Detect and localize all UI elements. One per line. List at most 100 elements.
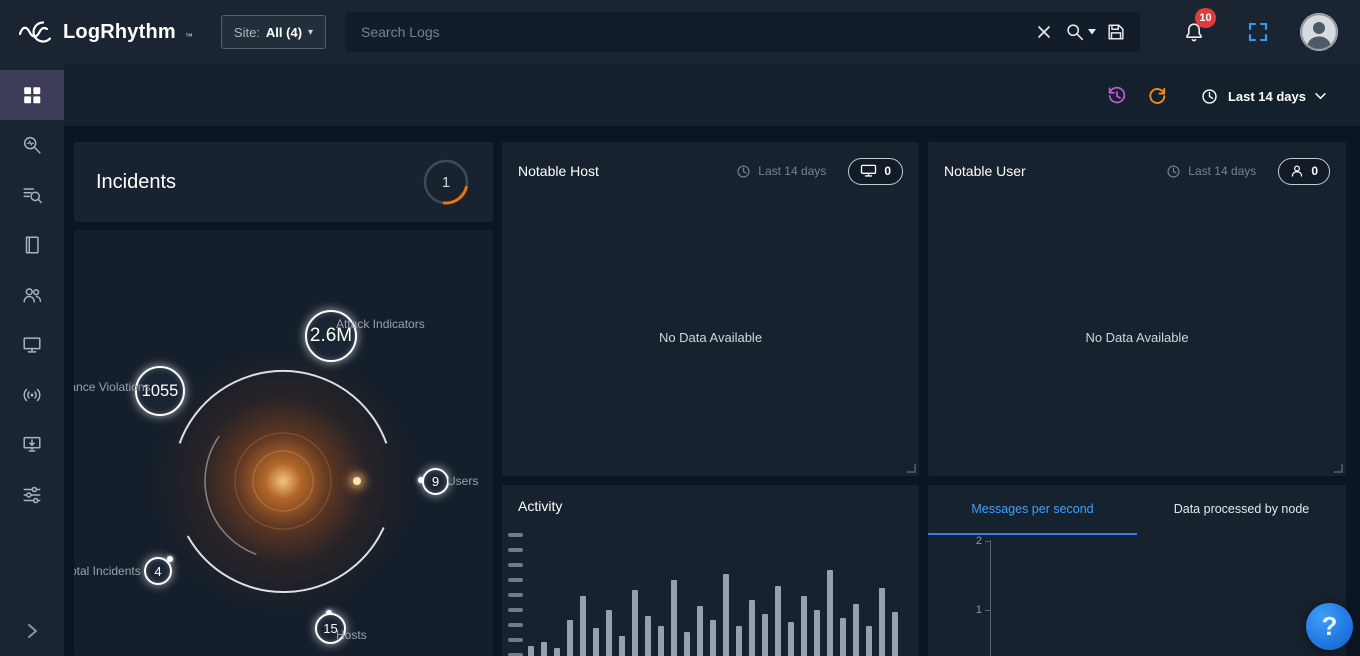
notable-user-empty-text: No Data Available <box>928 330 1346 345</box>
activity-bar <box>567 620 573 656</box>
search-button[interactable] <box>1062 14 1098 50</box>
activity-bar <box>801 596 807 656</box>
notable-user-header: Notable User Last 14 days 0 <box>928 142 1346 200</box>
chevron-down-icon: ▾ <box>308 27 313 38</box>
time-range-selector[interactable]: Last 14 days <box>1200 87 1326 106</box>
fullscreen-button[interactable] <box>1241 15 1275 49</box>
site-label: Site: <box>234 25 260 40</box>
person-icon <box>1290 164 1304 178</box>
notable-host-title: Notable Host <box>518 163 599 179</box>
search-input[interactable] <box>345 12 1026 52</box>
notifications-button[interactable]: 10 <box>1176 14 1212 50</box>
activity-bar <box>710 620 716 656</box>
tab-data-processed-by-node[interactable]: Data processed by node <box>1137 485 1346 535</box>
panel-notable-host: Notable Host Last 14 days 0 No Data Avai… <box>502 142 919 476</box>
incidents-title: Incidents <box>96 171 176 194</box>
site-selector[interactable]: Site: All (4) ▾ <box>221 15 326 49</box>
chevron-down-icon <box>1088 29 1096 35</box>
dashboard-grid-icon <box>21 84 43 106</box>
dashboard-toolbar: Last 14 days <box>64 64 1360 128</box>
notable-host-header: Notable Host Last 14 days 0 <box>502 142 919 200</box>
metrics-y-axis <box>990 540 991 656</box>
top-bar: LogRhythm ™ Site: All (4) ▾ <box>0 0 1360 64</box>
metrics-tabs: Messages per second Data processed by no… <box>928 485 1346 535</box>
bubble-total-incidents[interactable]: 4 <box>144 557 172 585</box>
logo-trademark: ™ <box>185 32 193 41</box>
panel-activity: Activity <box>502 485 919 656</box>
sidebar-item-cases[interactable] <box>0 220 64 270</box>
axis-dash <box>508 623 523 627</box>
axis-dash <box>508 638 523 642</box>
restore-dashboard-button[interactable] <box>1100 79 1134 113</box>
bubble-label-compliance-violations: Compliance Violations <box>74 380 151 394</box>
activity-bar <box>671 580 677 656</box>
help-button[interactable]: ? <box>1306 603 1353 650</box>
activity-bar <box>814 610 820 656</box>
sidebar-item-network-monitor[interactable] <box>0 370 64 420</box>
notable-user-count: 0 <box>1311 164 1318 178</box>
sidebar-item-analyze[interactable] <box>0 120 64 170</box>
panel-metrics: Messages per second Data processed by no… <box>928 485 1346 656</box>
bubble-value: 4 <box>154 564 161 579</box>
history-icon <box>1106 85 1128 107</box>
clear-search-button[interactable] <box>1026 14 1062 50</box>
notable-user-time-range: Last 14 days <box>1166 164 1256 179</box>
activity-bar <box>528 646 534 656</box>
sidebar-expand-button[interactable] <box>0 614 64 648</box>
incidents-count-ring[interactable]: 1 <box>421 157 471 207</box>
sidebar-item-deployment-monitor[interactable] <box>0 420 64 470</box>
axis-dash <box>508 563 523 567</box>
activity-bar <box>827 570 833 656</box>
incidents-visualization[interactable]: 2.6M Attack Indicators 1055 Compliance V… <box>74 230 493 656</box>
activity-bar <box>840 618 846 656</box>
deployment-monitor-icon <box>21 434 43 456</box>
incidents-count: 1 <box>421 157 471 207</box>
bubble-users[interactable]: 9 <box>422 468 449 495</box>
notable-host-count-pill[interactable]: 0 <box>848 158 903 185</box>
panel-incidents-header: Incidents 1 <box>74 142 493 222</box>
bubble-label-users: Users <box>447 474 478 488</box>
resize-handle[interactable] <box>1334 464 1343 473</box>
log-search-icon <box>21 184 43 206</box>
logrhythm-logo: LogRhythm ™ <box>0 19 193 45</box>
refresh-button[interactable] <box>1140 79 1174 113</box>
activity-bar <box>580 596 586 656</box>
activity-bar <box>879 588 885 656</box>
clock-icon <box>736 164 751 179</box>
sidebar-item-log-search[interactable] <box>0 170 64 220</box>
logo-text: LogRhythm <box>63 21 176 44</box>
sidebar-item-people[interactable] <box>0 270 64 320</box>
axis-dash <box>508 608 523 612</box>
activity-bar <box>853 604 859 656</box>
orbit-rings-icon <box>74 230 493 656</box>
people-icon <box>21 284 43 306</box>
activity-bar <box>632 590 638 656</box>
sidebar-item-hosts[interactable] <box>0 320 64 370</box>
y-tick-label: 2 <box>966 535 982 547</box>
cases-book-icon <box>21 234 43 256</box>
chevron-right-icon <box>24 622 40 640</box>
activity-bar <box>606 610 612 656</box>
user-avatar[interactable] <box>1300 13 1338 51</box>
notification-badge: 10 <box>1195 8 1216 28</box>
resize-handle[interactable] <box>907 464 916 473</box>
notable-host-time-range: Last 14 days <box>736 164 826 179</box>
activity-bar <box>736 626 742 656</box>
bubble-label-attack-indicators: Attack Indicators <box>336 317 425 331</box>
notable-user-count-pill[interactable]: 0 <box>1278 158 1330 185</box>
activity-bar <box>619 636 625 656</box>
notable-host-count: 0 <box>884 164 891 178</box>
notable-user-title: Notable User <box>944 163 1026 179</box>
fullscreen-icon <box>1248 22 1268 42</box>
sliders-icon <box>21 484 43 506</box>
bubble-label-hosts: Hosts <box>336 628 367 642</box>
sidebar-item-dashboards[interactable] <box>0 70 64 120</box>
activity-bar <box>788 622 794 656</box>
save-search-button[interactable] <box>1098 14 1134 50</box>
sidebar-item-settings[interactable] <box>0 470 64 520</box>
tab-messages-per-second[interactable]: Messages per second <box>928 485 1137 535</box>
bubble-label-total-incidents: Total Incidents <box>74 564 141 578</box>
activity-bar <box>645 616 651 656</box>
chevron-down-icon <box>1315 93 1326 100</box>
activity-bar <box>697 606 703 656</box>
